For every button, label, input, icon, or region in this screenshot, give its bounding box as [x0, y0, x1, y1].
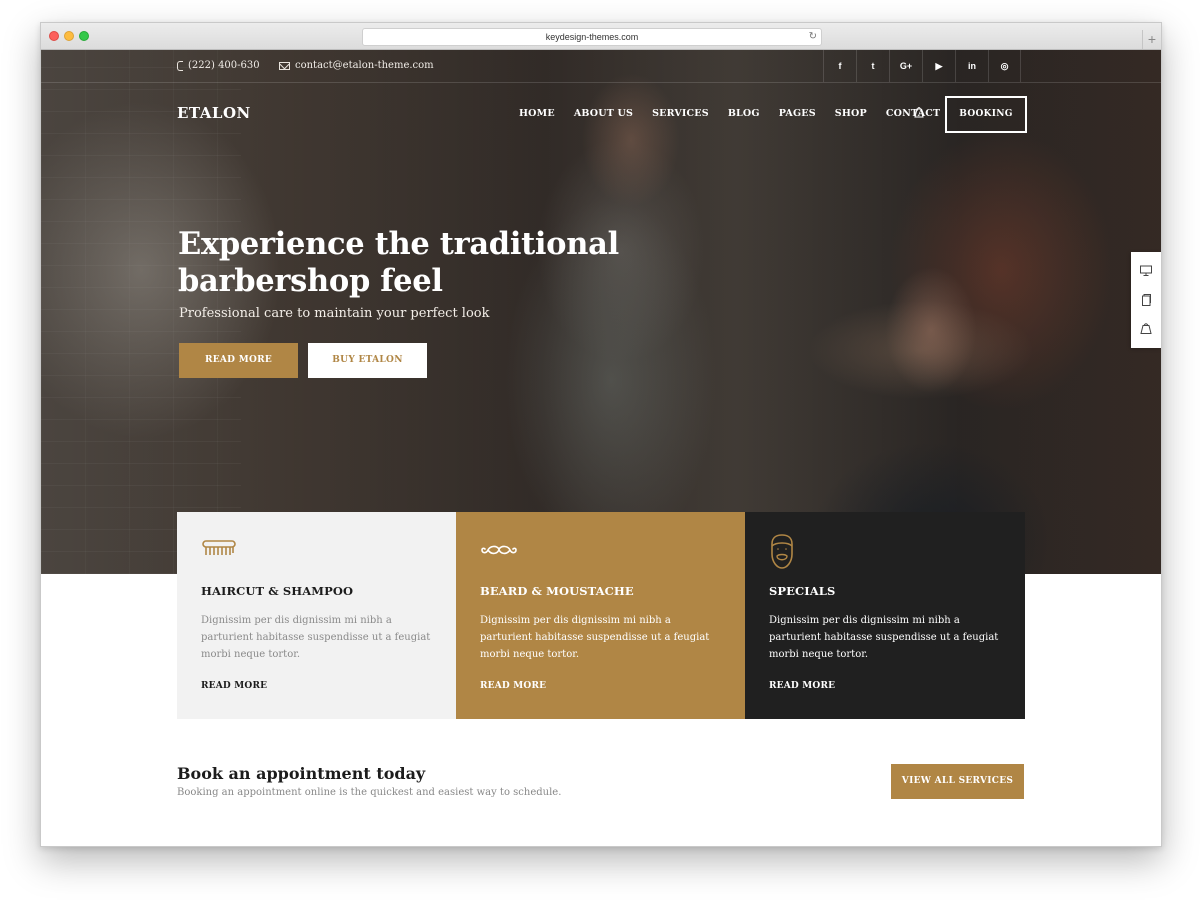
hero-subtitle: Professional care to maintain your perfe… — [179, 306, 490, 321]
nav-home[interactable]: HOME — [519, 108, 555, 119]
card-title: BEARD & MOUSTACHE — [480, 584, 634, 598]
zoom-window-button[interactable] — [79, 31, 89, 41]
site-logo[interactable]: ETALON — [177, 104, 251, 122]
nav-about-us[interactable]: ABOUT US — [574, 108, 633, 119]
linkedin-icon[interactable]: in — [955, 50, 988, 82]
instagram-icon[interactable]: ◎ — [988, 50, 1021, 82]
booking-button[interactable]: BOOKING — [945, 96, 1027, 133]
google-plus-icon[interactable]: G+ — [889, 50, 922, 82]
bearded-face-icon — [771, 534, 793, 569]
hero-section: (222) 400-630 contact@etalon-theme.com f… — [41, 50, 1161, 574]
minimize-window-button[interactable] — [64, 31, 74, 41]
view-all-services-button[interactable]: VIEW ALL SERVICES — [891, 764, 1024, 799]
buy-etalon-button[interactable]: BUY ETALON — [308, 343, 427, 378]
monitor-icon[interactable] — [1140, 265, 1152, 277]
facebook-icon[interactable]: f — [823, 50, 856, 82]
read-more-button[interactable]: READ MORE — [179, 343, 298, 378]
card-title: HAIRCUT & SHAMPOO — [201, 584, 354, 598]
card-description: Dignissim per dis dignissim mi nibh a pa… — [480, 615, 710, 660]
social-links: f t G+ ▶ in ◎ — [823, 50, 1021, 82]
email-contact[interactable]: contact@etalon-theme.com — [279, 60, 434, 71]
services-cards: HAIRCUT & SHAMPOO Dignissim per dis dign… — [177, 512, 1025, 719]
documents-icon[interactable] — [1140, 294, 1152, 306]
appointment-title: Book an appointment today — [177, 764, 426, 783]
envelope-icon — [279, 61, 290, 70]
youtube-icon[interactable]: ▶ — [922, 50, 955, 82]
card-read-more-link[interactable]: READ MORE — [480, 681, 546, 691]
appointment-subtitle: Booking an appointment online is the qui… — [177, 787, 562, 798]
comb-icon — [202, 540, 236, 555]
reload-icon[interactable]: ↻ — [809, 29, 817, 45]
shopping-bag-icon[interactable] — [1140, 322, 1152, 334]
service-card-beard: BEARD & MOUSTACHE Dignissim per dis dign… — [456, 512, 745, 719]
shopping-bag-icon[interactable] — [914, 106, 924, 118]
moustache-icon — [481, 545, 517, 555]
twitter-icon[interactable]: t — [856, 50, 889, 82]
nav-blog[interactable]: BLOG — [728, 108, 760, 119]
email-address: contact@etalon-theme.com — [295, 60, 434, 71]
address-bar-url: keydesign-themes.com — [545, 32, 639, 42]
card-description: Dignissim per dis dignissim mi nibh a pa… — [201, 615, 431, 660]
new-tab-button[interactable]: + — [1142, 30, 1161, 49]
nav-services[interactable]: SERVICES — [652, 108, 709, 119]
card-title: SPECIALS — [769, 584, 836, 598]
hero-title: Experience the traditional barbershop fe… — [178, 226, 619, 299]
browser-toolbar: keydesign-themes.com ↻ + — [41, 23, 1161, 50]
card-read-more-link[interactable]: READ MORE — [769, 681, 835, 691]
nav-shop[interactable]: SHOP — [835, 108, 867, 119]
close-window-button[interactable] — [49, 31, 59, 41]
card-read-more-link[interactable]: READ MORE — [201, 681, 267, 691]
service-card-haircut: HAIRCUT & SHAMPOO Dignissim per dis dign… — [177, 512, 456, 719]
main-navigation: HOME ABOUT US SERVICES BLOG PAGES SHOP C… — [519, 108, 959, 119]
side-demo-panel — [1131, 252, 1161, 348]
top-info-bar: (222) 400-630 contact@etalon-theme.com f… — [41, 50, 1161, 83]
phone-icon — [177, 60, 183, 71]
address-bar[interactable]: keydesign-themes.com ↻ — [362, 28, 822, 46]
phone-contact[interactable]: (222) 400-630 — [177, 60, 260, 71]
browser-window: keydesign-themes.com ↻ + (222) 400-630 c… — [40, 22, 1162, 847]
service-card-specials: SPECIALS Dignissim per dis dignissim mi … — [745, 512, 1025, 719]
phone-number: (222) 400-630 — [188, 60, 260, 71]
card-description: Dignissim per dis dignissim mi nibh a pa… — [769, 615, 999, 660]
nav-pages[interactable]: PAGES — [779, 108, 816, 119]
